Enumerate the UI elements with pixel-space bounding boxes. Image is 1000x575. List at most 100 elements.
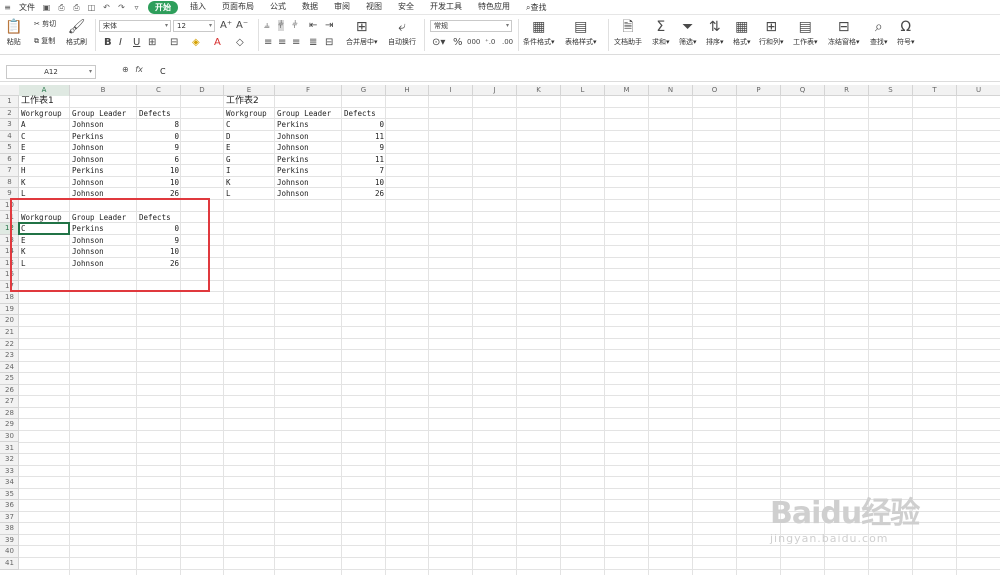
row-header-17[interactable]: 17 [0,281,19,293]
column-header-J[interactable]: J [473,85,517,96]
font-name-select[interactable]: 宋体 ▾ [99,20,171,32]
column-header-H[interactable]: H [386,85,429,96]
row-header-39[interactable]: 39 [0,535,19,547]
align-top-icon[interactable]: ⫨ [264,20,270,31]
fx-icon[interactable]: fx [135,65,143,74]
row-header-32[interactable]: 32 [0,454,19,466]
column-header-B[interactable]: B [70,85,137,96]
indent-decrease-icon[interactable]: ⇤ [309,20,317,31]
cell-C12[interactable]: 0 [137,223,181,235]
cell-A1[interactable]: 工作表1 [19,96,54,108]
cell-A2[interactable]: Workgroup [19,108,62,120]
cell-C5[interactable]: 9 [137,142,181,154]
cell-C11[interactable]: Defects [137,212,171,224]
worksheet-button[interactable]: ▤ 工作表▾ [793,19,818,47]
freeze-button[interactable]: ⊟ 冻结窗格▾ [828,19,860,47]
cell-E6[interactable]: G [224,154,231,166]
align-center-icon[interactable]: ≡ [278,37,286,48]
cell-C3[interactable]: 8 [137,119,181,131]
format-painter-button[interactable]: 🖌 格式刷 [66,19,87,47]
cell-E4[interactable]: D [224,131,231,143]
cell-C7[interactable]: 10 [137,165,181,177]
cell-F7[interactable]: Perkins [275,165,309,177]
column-header-N[interactable]: N [649,85,693,96]
clear-icon[interactable]: ◇ [236,37,244,48]
cell-A7[interactable]: H [19,165,26,177]
cell-C14[interactable]: 10 [137,246,181,258]
cell-C9[interactable]: 26 [137,188,181,200]
row-header-41[interactable]: 41 [0,558,19,570]
cell-B13[interactable]: Johnson [70,235,104,247]
cell-G8[interactable]: 10 [342,177,386,189]
row-header-9[interactable]: 9 [0,188,19,200]
decrease-decimal-icon[interactable]: .00 [502,37,513,48]
column-header-G[interactable]: G [342,85,386,96]
row-header-34[interactable]: 34 [0,477,19,489]
cell-G6[interactable]: 11 [342,154,386,166]
row-header-22[interactable]: 22 [0,339,19,351]
row-header-23[interactable]: 23 [0,350,19,362]
menu-icon[interactable]: ≡ [3,3,12,12]
row-header-6[interactable]: 6 [0,154,19,166]
menu-tab-4[interactable]: 数据 [298,1,322,14]
menu-tab-2[interactable]: 页面布局 [218,1,258,14]
zoom-icon[interactable]: ⊕ [122,65,129,74]
italic-icon[interactable]: I [119,37,122,48]
export-icon[interactable]: ⎙ [57,3,66,12]
conditional-format-button[interactable]: ▦ 条件格式▾ [523,19,555,47]
row-header-38[interactable]: 38 [0,523,19,535]
cell-C13[interactable]: 9 [137,235,181,247]
column-header-M[interactable]: M [605,85,649,96]
menu-tab-8[interactable]: 开发工具 [426,1,466,14]
cell-B3[interactable]: Johnson [70,119,104,131]
cell-B15[interactable]: Johnson [70,258,104,270]
name-box[interactable]: A12 ▾ [6,65,96,79]
save-icon[interactable]: ▣ [42,3,51,12]
row-header-5[interactable]: 5 [0,142,19,154]
currency-icon[interactable]: ⊙▾ [432,37,445,48]
cell-E7[interactable]: I [224,165,231,177]
cell-F2[interactable]: Group Leader [275,108,331,120]
menu-tab-6[interactable]: 视图 [362,1,386,14]
cell-B6[interactable]: Johnson [70,154,104,166]
column-header-I[interactable]: I [429,85,473,96]
undo-icon[interactable]: ↶ [102,3,111,12]
row-header-36[interactable]: 36 [0,500,19,512]
column-header-D[interactable]: D [181,85,224,96]
formula-input[interactable]: C [160,67,166,76]
cell-F6[interactable]: Perkins [275,154,309,166]
indent-increase-icon[interactable]: ⇥ [325,20,333,31]
row-header-40[interactable]: 40 [0,546,19,558]
cell-F8[interactable]: Johnson [275,177,309,189]
thousands-icon[interactable]: 000 [467,37,480,48]
cell-G2[interactable]: Defects [342,108,376,120]
row-header-24[interactable]: 24 [0,362,19,374]
column-header-F[interactable]: F [275,85,342,96]
justify-icon[interactable]: ≣ [309,37,317,48]
cell-G3[interactable]: 0 [342,119,386,131]
row-header-13[interactable]: 13 [0,235,19,247]
font-shrink-icon[interactable]: A⁻ [236,20,248,31]
print-icon[interactable]: ⎙ [72,3,81,12]
cell-E9[interactable]: L [224,188,231,200]
find-button[interactable]: ⌕ 查找▾ [870,19,888,47]
row-header-4[interactable]: 4 [0,131,19,143]
format-button[interactable]: ▦ 格式▾ [733,19,751,47]
customize-icon[interactable]: ▿ [132,3,141,12]
bold-icon[interactable]: B [104,37,112,48]
cell-A11[interactable]: Workgroup [19,212,62,224]
cell-F9[interactable]: Johnson [275,188,309,200]
align-bottom-icon[interactable]: ⫩ [292,20,298,31]
cell-C15[interactable]: 26 [137,258,181,270]
row-header-35[interactable]: 35 [0,489,19,501]
align-middle-icon[interactable]: ⫩ [278,20,284,31]
cell-G4[interactable]: 11 [342,131,386,143]
align-left-icon[interactable]: ≡ [264,37,272,48]
column-header-C[interactable]: C [137,85,181,96]
row-header-14[interactable]: 14 [0,246,19,258]
cell-G5[interactable]: 9 [342,142,386,154]
symbol-button[interactable]: Ω 符号▾ [897,19,915,47]
row-col-button[interactable]: ⊞ 行和列▾ [759,19,784,47]
doc-assistant-button[interactable]: 🗎 文档助手 [614,19,642,47]
cell-C2[interactable]: Defects [137,108,171,120]
